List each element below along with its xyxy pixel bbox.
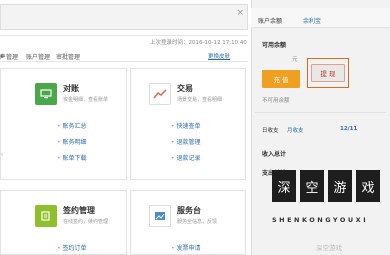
tab-approval-management[interactable]: 审批管理 [56,52,80,61]
card-subtitle: 场景交易，查看明细 [177,97,223,103]
card-service-desk: 服务台 服务全信息，反馈 发票申请 [130,190,246,255]
card-title: 交易 [177,84,193,93]
card-transaction: 交易 场景交易，查看明细 快速查单 退款管理 退款记录 [130,68,246,180]
link-invoice-request[interactable]: 发票申请 [171,243,201,252]
last-login-time: 上次登录时间：2016-10-12 17:10:40 [150,40,247,46]
top-search-bar: × [0,0,248,36]
divider [255,112,386,113]
link-bill-download[interactable]: 账单下载 [57,153,87,162]
link-refund-management[interactable]: 退款管理 [171,137,201,146]
link-contract-orders[interactable]: 签约订单 [57,243,87,252]
card-reconciliation: 对账 资金明细，查看账单 账务汇总 账务明细 账单下载 [0,68,127,180]
watermark-char: 游 [328,170,352,202]
balance-unit: 元 [292,57,298,63]
corner-watermark: 深空游戏 [316,244,342,252]
available-balance-label: 可用余额 [262,42,287,49]
chart-icon [149,83,171,105]
pen-icon [35,205,57,227]
monthly-label[interactable]: 月收支 [287,126,304,134]
card-title: 对账 [63,84,79,93]
left-arrow-icon[interactable]: ‹ [0,150,8,160]
link-account-details[interactable]: 账务明细 [57,137,87,146]
close-icon[interactable]: × [236,8,244,18]
tab-account-balance[interactable]: 账户余额 [258,16,282,25]
watermark-char: 戏 [356,170,380,202]
monitor-icon [35,83,57,105]
card-subtitle: 资金明细，查看账单 [63,97,109,103]
card-contract: 签约管理 在线签约，续约管理 签约订单 [0,190,127,255]
link-account-summary[interactable]: 账务汇总 [57,121,87,130]
link-quick-query[interactable]: 快速查单 [171,121,201,130]
frozen-balance-label: 不可用余额 [262,98,290,104]
card-title: 服务台 [177,206,201,215]
change-skin-link[interactable]: 更换皮肤 [208,52,230,60]
card-subtitle: 在线签约，续约管理 [63,219,109,225]
image-icon [149,205,171,227]
watermark-latin: SHENKONGYOUXI [272,216,369,224]
watermark-logo: 深 空 游 戏 SHENKONGYOUXI [262,160,380,240]
recharge-button[interactable]: 充 值 [262,70,300,88]
card-title: 签约管理 [63,206,95,215]
link-refund-records[interactable]: 退款记录 [171,153,201,162]
tab-yulibao[interactable]: 余利宝 [303,16,321,25]
card-subtitle: 服务全信息，反馈 [177,219,218,225]
tab-account-management[interactable]: 账户管理 [26,52,50,61]
daily-label[interactable]: 日收支 [262,126,279,134]
top-bar-inner [0,4,248,30]
date-value: 12/11 [340,126,358,132]
tab-account[interactable]: 户管理 [0,52,18,61]
withdraw-button[interactable]: 提 现 [311,64,345,82]
watermark-char: 深 [272,170,296,202]
income-total-label: 收入总计 [262,151,287,158]
watermark-char: 空 [300,170,324,202]
